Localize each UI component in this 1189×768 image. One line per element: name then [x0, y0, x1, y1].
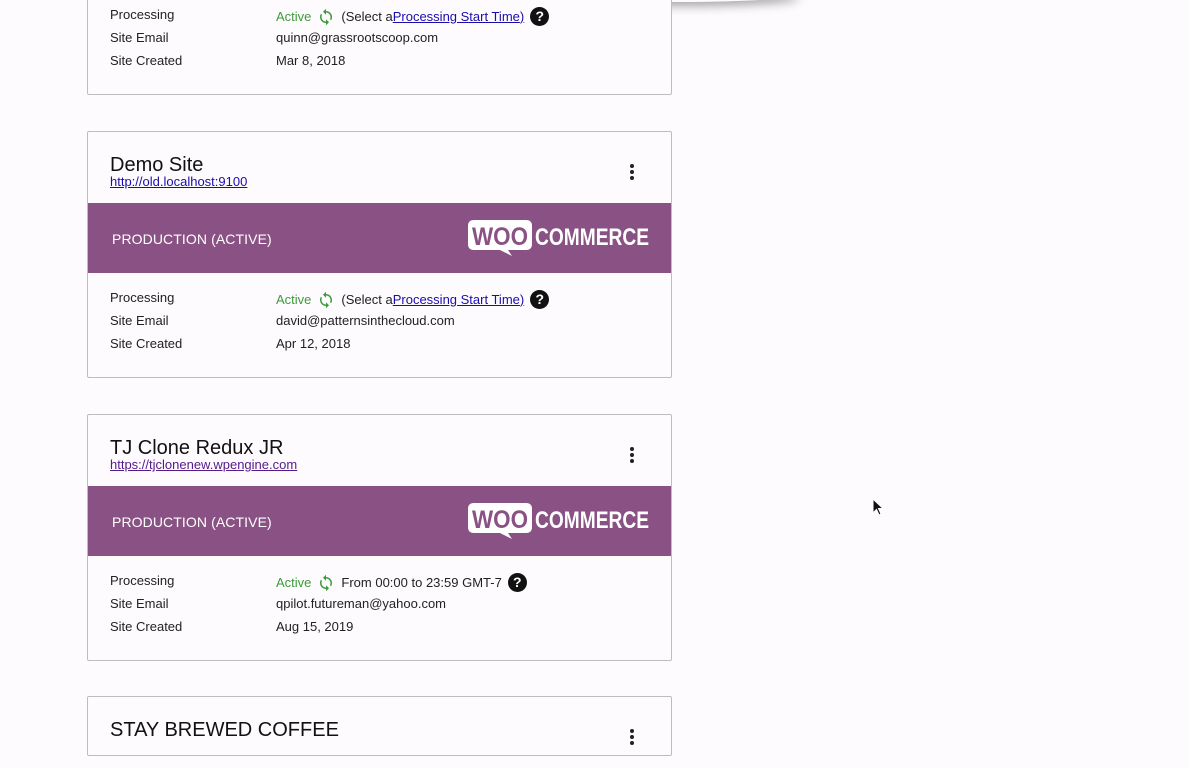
processing-suffix: ): [519, 292, 525, 307]
site-email-value: quinn@grassrootscoop.com: [276, 30, 439, 45]
processing-label: Processing: [110, 573, 175, 588]
site-email-value: qpilot.futureman@yahoo.com: [276, 596, 447, 611]
site-created-value: Mar 8, 2018: [276, 53, 346, 68]
processing-row: Processing Active From 00:00 to 23:59 GM…: [88, 573, 671, 596]
processing-label: Processing: [110, 7, 175, 22]
site-email-label: Site Email: [110, 30, 169, 45]
svg-text:WOO: WOO: [472, 506, 528, 534]
woocommerce-logo: WOO COMMERCE: [468, 503, 649, 539]
card-header: STAY BREWED COFFEE: [88, 697, 671, 768]
site-email-value: david@patternsinthecloud.com: [276, 313, 455, 328]
sync-icon[interactable]: [317, 574, 335, 592]
help-icon[interactable]: ?: [507, 573, 527, 592]
site-url-link[interactable]: https://tjclonenew.wpengine.com: [110, 457, 297, 472]
site-name: STAY BREWED COFFEE: [110, 719, 339, 741]
processing-status: Active: [276, 575, 312, 590]
sync-icon[interactable]: [317, 291, 335, 309]
site-url-link[interactable]: http://old.localhost:9100: [110, 174, 247, 189]
site-created-label: Site Created: [110, 619, 183, 634]
processing-row: Processing Active (Select a Processing S…: [88, 290, 671, 313]
created-row: Site Created Aug 15, 2019: [88, 619, 671, 642]
site-created-label: Site Created: [110, 336, 183, 351]
created-row: Site Created Mar 8, 2018: [88, 53, 671, 76]
card-header: Demo Site http://old.localhost:9100: [88, 132, 671, 203]
site-created-value: Aug 15, 2019: [276, 619, 354, 634]
processing-value: Active (Select a Processing Start Time) …: [276, 7, 550, 26]
environment-label: PRODUCTION (ACTIVE): [112, 231, 272, 247]
more-vertical-icon[interactable]: [627, 447, 637, 465]
processing-label: Processing: [110, 290, 175, 305]
site-created-label: Site Created: [110, 53, 183, 68]
processing-value: Active (Select a Processing Start Time) …: [276, 290, 550, 309]
processing-prefix: (Select a: [341, 292, 393, 307]
processing-value: Active From 00:00 to 23:59 GMT-7 ?: [276, 573, 527, 592]
processing-suffix: ): [519, 9, 525, 24]
processing-start-time-link[interactable]: Processing Start Time: [393, 9, 520, 24]
site-card: STAY BREWED COFFEE: [87, 696, 672, 756]
site-card: TJ Clone Redux JR https://tjclonenew.wpe…: [87, 414, 672, 661]
site-info: Processing Active (Select a Processing S…: [88, 273, 671, 359]
svg-text:WOO: WOO: [472, 223, 528, 251]
environment-banner: PRODUCTION (ACTIVE) WOO COMMERCE: [88, 203, 671, 273]
svg-text:COMMERCE: COMMERCE: [535, 507, 649, 534]
processing-prefix: (Select a: [341, 9, 393, 24]
woocommerce-logo: WOO COMMERCE: [468, 220, 649, 256]
site-created-value: Apr 12, 2018: [276, 336, 351, 351]
created-row: Site Created Apr 12, 2018: [88, 336, 671, 359]
site-card: Processing Active (Select a Processing S…: [87, 0, 672, 95]
svg-text:COMMERCE: COMMERCE: [535, 224, 649, 251]
site-info: Processing Active From 00:00 to 23:59 GM…: [88, 556, 671, 642]
mouse-pointer-icon: [872, 498, 884, 516]
email-row: Site Email quinn@grassrootscoop.com: [88, 30, 671, 53]
help-icon[interactable]: ?: [530, 7, 550, 26]
email-row: Site Email david@patternsinthecloud.com: [88, 313, 671, 336]
processing-start-time-link[interactable]: Processing Start Time: [393, 292, 520, 307]
card-header: TJ Clone Redux JR https://tjclonenew.wpe…: [88, 415, 671, 486]
email-row: Site Email qpilot.futureman@yahoo.com: [88, 596, 671, 619]
processing-row: Processing Active (Select a Processing S…: [88, 7, 671, 30]
processing-status: Active: [276, 9, 312, 24]
site-info: Processing Active (Select a Processing S…: [88, 0, 671, 76]
more-vertical-icon[interactable]: [627, 729, 637, 747]
environment-label: PRODUCTION (ACTIVE): [112, 514, 272, 530]
environment-banner: PRODUCTION (ACTIVE) WOO COMMERCE: [88, 486, 671, 556]
site-card: Demo Site http://old.localhost:9100 PROD…: [87, 131, 672, 378]
site-email-label: Site Email: [110, 313, 169, 328]
processing-status: Active: [276, 292, 312, 307]
help-icon[interactable]: ?: [530, 290, 550, 309]
sync-icon[interactable]: [317, 8, 335, 26]
processing-window: From 00:00 to 23:59 GMT-7: [341, 575, 502, 590]
more-vertical-icon[interactable]: [627, 164, 637, 182]
site-email-label: Site Email: [110, 596, 169, 611]
